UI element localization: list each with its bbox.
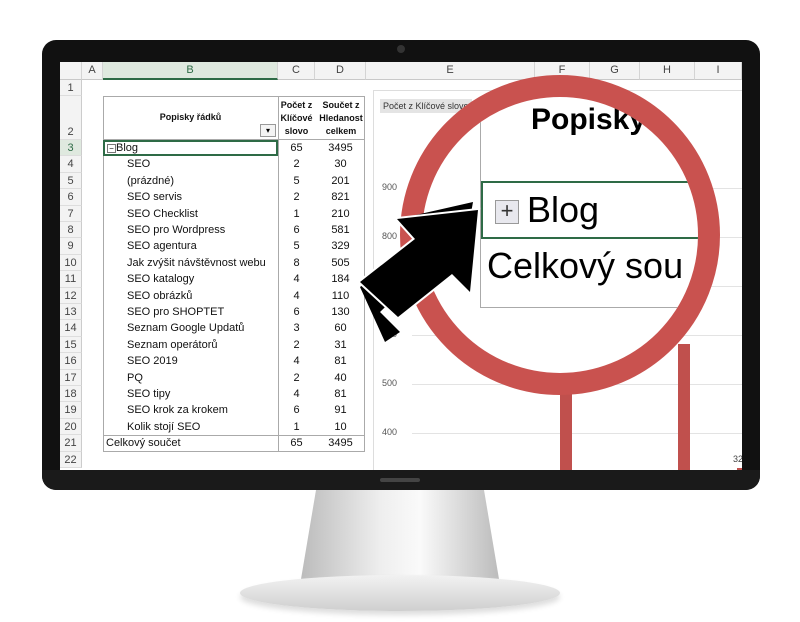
monitor-stand-neck (300, 490, 500, 585)
magnifier-layer: Popisky + Blog Celkový sou (60, 62, 742, 470)
arrow-icon (356, 202, 481, 342)
monitor-logo (380, 478, 420, 482)
camera-icon (397, 45, 405, 53)
monitor-stand-base (240, 575, 560, 611)
